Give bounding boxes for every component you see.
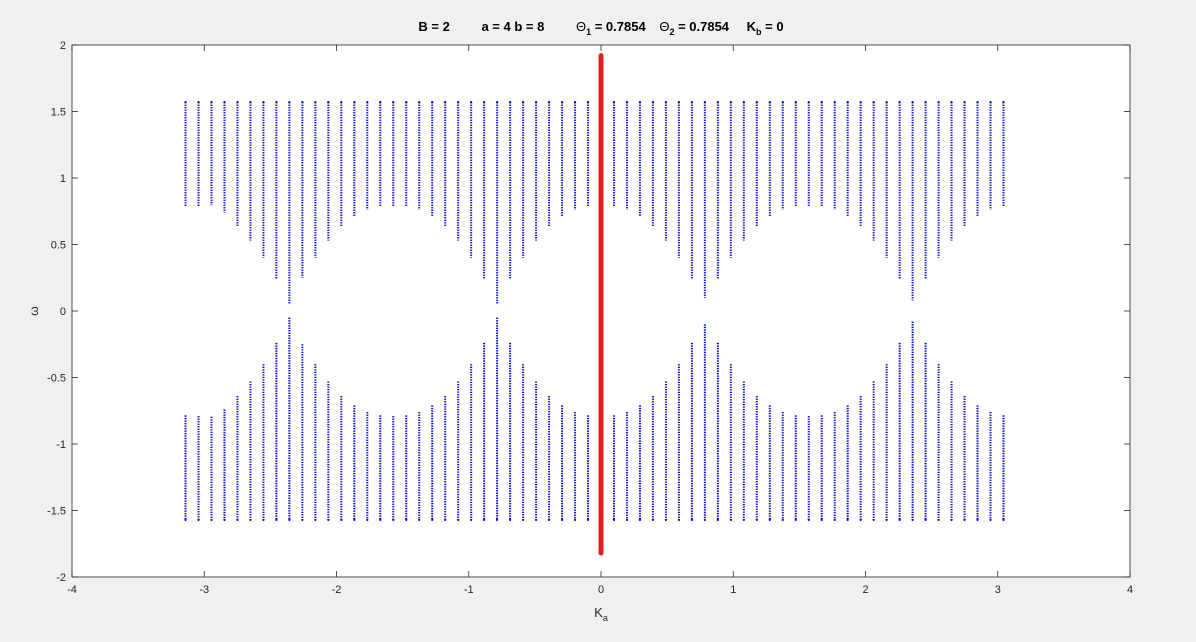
y-tick-label: 0.5	[51, 240, 66, 252]
x-tick-label: -2	[332, 584, 342, 596]
title-ab: a = 4 b = 8	[481, 19, 544, 34]
x-tick-label: 1	[730, 584, 736, 596]
title-kb-value: = 0	[762, 19, 784, 34]
x-tick-label: -1	[464, 584, 474, 596]
y-tick-label: -2	[56, 572, 66, 584]
y-tick-label: -0.5	[47, 373, 66, 385]
figure-window: -4 -3 -2 -1 0 1 2 3 4 -2 -1.5 -1 -0.5 0 0.5 1 1.5 2 B = …	[0, 0, 1196, 637]
x-axis-label-main: K	[594, 605, 603, 620]
y-tick-label: 2	[60, 40, 66, 52]
x-axis-label-sub: a	[603, 613, 608, 623]
x-tick-label: -4	[67, 584, 77, 596]
y-tick-label: -1	[56, 439, 66, 451]
y-tick-label: 1	[60, 173, 66, 185]
x-tick-label: 4	[1127, 584, 1133, 596]
title-theta1-symbol: Θ	[576, 19, 586, 34]
x-tick-label: 3	[995, 584, 1001, 596]
scatter-plot: -4 -3 -2 -1 0 1 2 3 4 -2 -1.5 -1 -0.5 0 0.5 1 1.5 2 B = …	[0, 0, 1196, 637]
title-theta1-value: = 0.7854	[591, 19, 646, 34]
title-theta2-value: = 0.7854	[674, 19, 729, 34]
y-axis-label: ω	[27, 306, 41, 315]
x-tick-label: 2	[862, 584, 868, 596]
x-tick-label: 0	[598, 584, 604, 596]
y-tick-label: 0	[60, 306, 66, 318]
title-theta2-symbol: Θ	[659, 19, 669, 34]
title-b: B = 2	[418, 19, 449, 34]
x-tick-label: -3	[199, 584, 209, 596]
y-tick-label: 1.5	[51, 107, 66, 119]
y-tick-label: -1.5	[47, 506, 66, 518]
